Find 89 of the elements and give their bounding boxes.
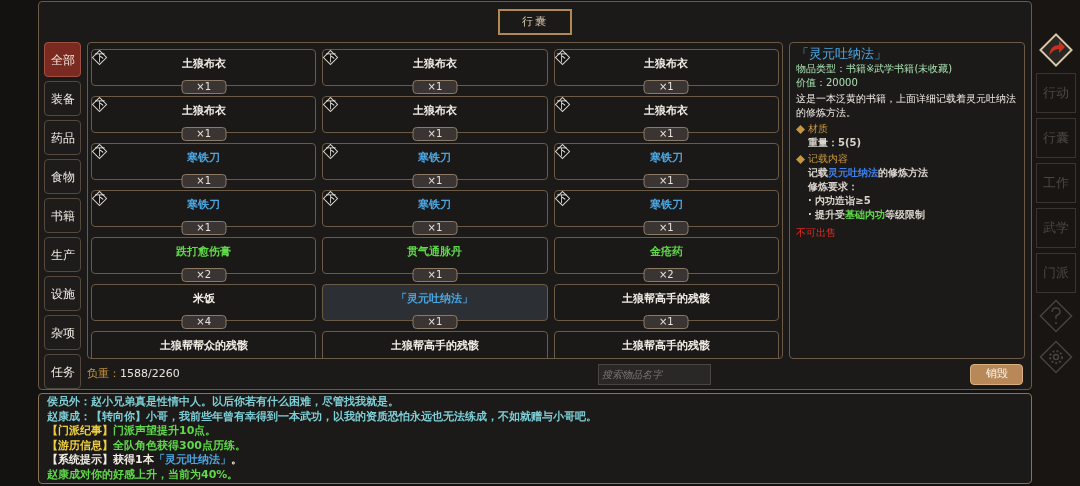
- item-name: 土狼布衣: [181, 56, 226, 71]
- weight-value: 1588/2260: [120, 366, 180, 383]
- detail-line: 重量：5(5): [808, 136, 863, 150]
- item-name: 跌打愈伤膏: [176, 244, 232, 259]
- item-count: ×1: [412, 174, 458, 188]
- equipped-tag: 下: [92, 97, 107, 112]
- item-count: ×1: [643, 127, 689, 141]
- item-name: 土狼布衣: [644, 56, 689, 71]
- item-count: ×1: [643, 80, 689, 94]
- item-card[interactable]: 土狼帮高手的残骸: [553, 331, 779, 358]
- category-tab[interactable]: 全部: [44, 42, 81, 77]
- item-name: 土狼布衣: [413, 103, 457, 118]
- section-heading: 材质: [808, 122, 828, 136]
- detail-line: 修炼要求：: [808, 180, 859, 194]
- item-name: 土狼布衣: [413, 56, 457, 71]
- equipped-tag: 下: [92, 50, 107, 65]
- item-name: 土狼帮帮众的残骸: [159, 338, 248, 353]
- item-count: ×1: [181, 174, 227, 188]
- diamond-bullet-icon: [796, 124, 805, 134]
- not-sellable-note: 不可出售: [796, 226, 837, 240]
- item-count: ×1: [643, 174, 689, 188]
- equipped-tag: 下: [323, 97, 339, 112]
- item-name: 寒铁刀: [187, 150, 221, 165]
- item-name: 土狼布衣: [644, 103, 689, 118]
- log-line: 赵康成：【转向你】小哥，我前些年曾有幸得到一本武功，以我的资质恐怕永远也无法练成，不如就赠与小哥吧。: [47, 409, 598, 424]
- category-tab[interactable]: 药品: [44, 120, 81, 155]
- diamond-bullet-icon: [796, 154, 805, 164]
- equipped-tag: 下: [554, 191, 570, 206]
- log-line: 【系统提示】获得1本「灵元吐纳法」。: [47, 453, 243, 468]
- log-line: 【游历信息】全队角色获得300点历练。: [47, 438, 247, 453]
- item-card[interactable]: 土狼帮帮众的残骸: [91, 331, 317, 358]
- equipped-tag: 下: [323, 191, 339, 206]
- category-tab[interactable]: 杂项: [44, 315, 81, 350]
- equipped-tag: 下: [554, 144, 570, 159]
- item-count: ×1: [643, 315, 689, 329]
- item-name: 贯气通脉丹: [407, 244, 463, 259]
- detail-line: · 提升受基础内功等级限制: [808, 208, 927, 222]
- settings-icon[interactable]: [1038, 339, 1074, 375]
- search-field[interactable]: 搜索物品名字: [597, 364, 711, 385]
- item-description: 这是一本泛黄的书籍，上面详细记载着灵元吐纳法的修炼方法。: [796, 92, 1017, 120]
- item-name: 米饭: [192, 291, 215, 306]
- item-name: 寒铁刀: [418, 150, 452, 165]
- item-name: 金疮药: [649, 244, 683, 259]
- category-tab[interactable]: 生产: [44, 237, 81, 272]
- detail-title: 「灵元吐纳法」: [796, 45, 888, 62]
- category-tab[interactable]: 食物: [44, 159, 81, 194]
- item-count: ×1: [181, 221, 227, 235]
- item-name: 土狼帮高手的残骸: [391, 338, 479, 353]
- equipped-tag: 下: [554, 97, 570, 112]
- section-heading: 记载内容: [808, 152, 848, 166]
- log-line: 【门派纪事】门派声望提升10点。: [47, 424, 218, 439]
- panel-title: 行囊: [498, 8, 572, 36]
- item-name: 寒铁刀: [649, 150, 683, 165]
- category-tab[interactable]: 书籍: [44, 198, 81, 233]
- item-count: ×1: [412, 127, 458, 141]
- item-count: ×2: [643, 268, 689, 282]
- item-card[interactable]: 土狼帮高手的残骸: [322, 331, 548, 358]
- item-count: ×4: [181, 315, 227, 329]
- item-name: 「灵元吐纳法」: [396, 291, 474, 306]
- item-count: ×1: [643, 221, 689, 235]
- help-icon[interactable]: [1038, 298, 1074, 334]
- item-name: 寒铁刀: [649, 197, 683, 212]
- item-name: 寒铁刀: [187, 197, 221, 212]
- item-count: ×2: [181, 268, 227, 282]
- item-name: 寒铁刀: [418, 197, 452, 212]
- detail-line: 记载灵元吐纳法的修炼方法: [808, 166, 929, 180]
- equipped-tag: 下: [92, 144, 107, 159]
- item-count: ×1: [412, 315, 458, 329]
- item-name: 土狼布衣: [181, 103, 226, 118]
- category-tab[interactable]: 任务: [44, 354, 81, 389]
- item-count: ×1: [412, 268, 458, 282]
- category-tab[interactable]: 装备: [44, 81, 81, 116]
- log-line: 赵康成对你的好感上升，当前为40%。: [47, 467, 240, 482]
- equipped-tag: 下: [92, 191, 107, 206]
- equipped-tag: 下: [554, 50, 570, 65]
- item-count: ×1: [412, 221, 458, 235]
- equipped-tag: 下: [323, 50, 339, 65]
- item-value: 价值：20000: [796, 76, 859, 90]
- item-type: 物品类型：书籍※武学书籍(未收藏): [796, 62, 954, 76]
- item-name: 土狼帮高手的残骸: [622, 291, 711, 306]
- detail-line: · 内功造诣≥5: [808, 194, 872, 208]
- equipped-tag: 下: [323, 144, 339, 159]
- item-count: ×1: [412, 80, 458, 94]
- item-name: 土狼帮高手的残骸: [622, 338, 711, 353]
- item-count: ×1: [181, 80, 227, 94]
- log-line: 侯员外：赵小兄弟真是性情中人。以后你若有什么困难，尽管找我就是。: [47, 395, 400, 410]
- item-count: ×1: [181, 127, 227, 141]
- weight-label: 负重：: [87, 366, 120, 383]
- category-tab[interactable]: 设施: [44, 276, 81, 311]
